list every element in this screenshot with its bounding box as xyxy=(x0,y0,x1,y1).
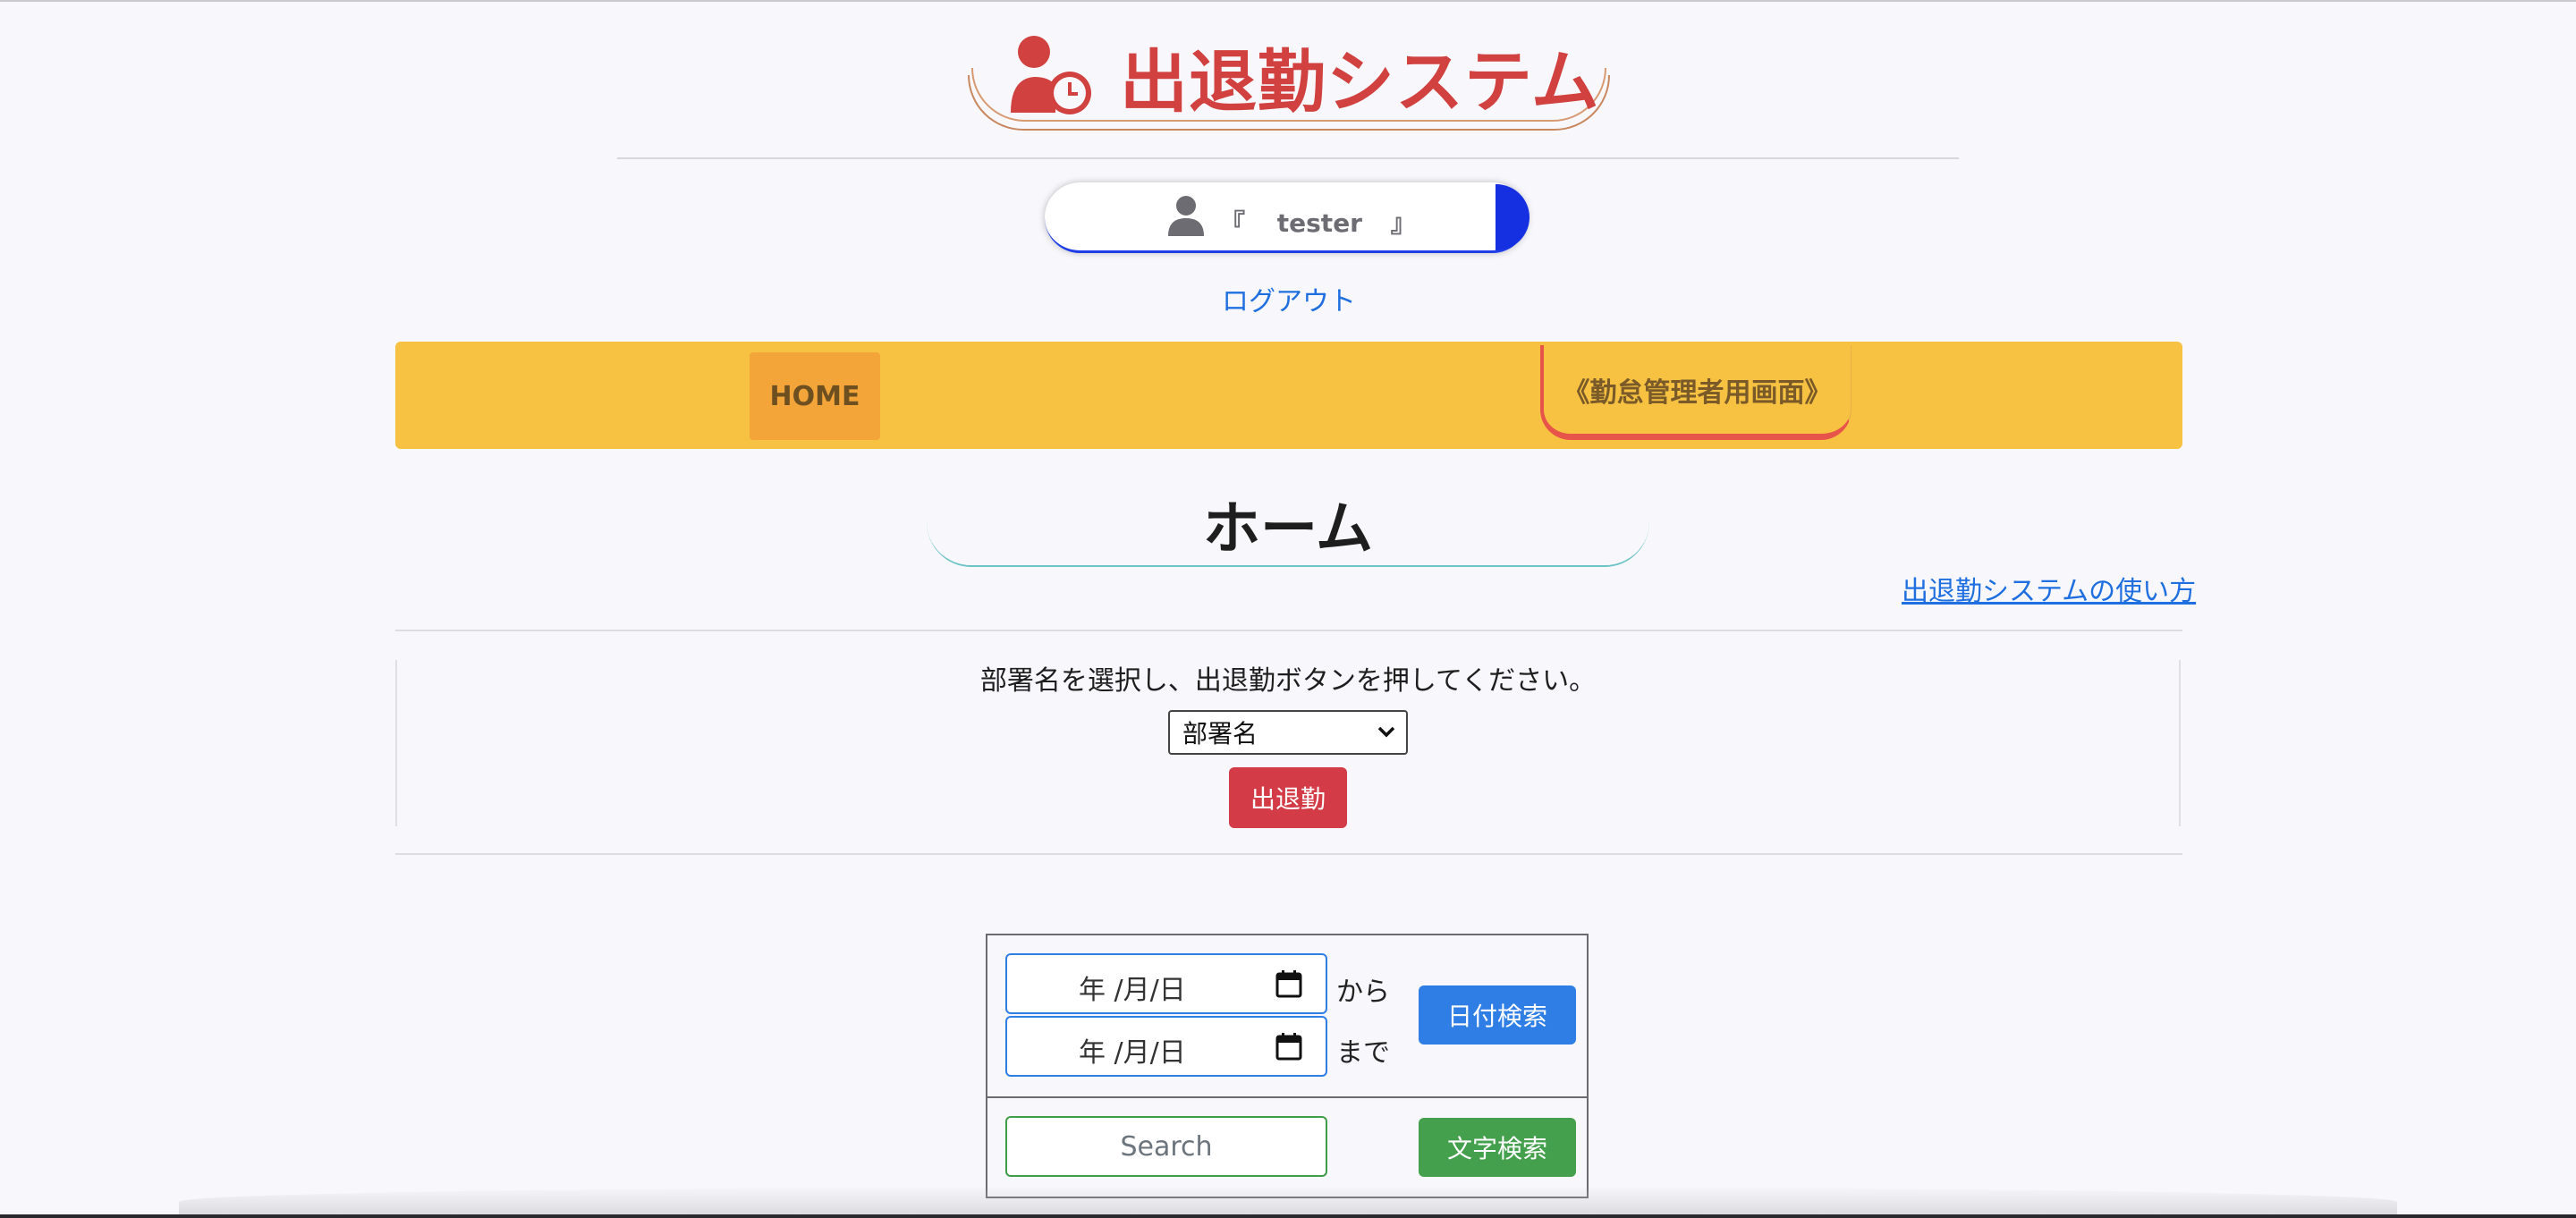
app-title: 出退勤システム xyxy=(1120,42,1600,122)
user-badge-accent xyxy=(1496,184,1530,250)
user-suffix: 』 xyxy=(1390,208,1416,238)
to-label: まで xyxy=(1336,1037,1390,1069)
divider xyxy=(395,630,2182,631)
bottom-border xyxy=(0,1214,2576,1218)
clock-in-out-button[interactable]: 出退勤 xyxy=(1229,767,1347,828)
nav-admin-button[interactable]: 《勤怠管理者用画面》 xyxy=(1540,345,1852,440)
date-to-input[interactable]: 年 /月/日 xyxy=(1005,1016,1327,1077)
calendar-icon[interactable] xyxy=(1275,1032,1302,1061)
date-to-placeholder: 年 /月/日 xyxy=(1079,1037,1186,1069)
logout-link[interactable]: ログアウト xyxy=(1222,279,1356,318)
nav-home-button[interactable]: HOME xyxy=(750,352,880,440)
nav-bar xyxy=(395,342,2182,449)
divider xyxy=(617,157,1959,159)
top-border xyxy=(0,0,2576,2)
department-select[interactable]: 部署名 xyxy=(1168,710,1408,755)
instruction-text: 部署名を選択し、出退勤ボタンを押してください。 xyxy=(979,665,1597,697)
user-prefix: 『 xyxy=(1220,208,1246,238)
app-title-banner: 出退勤システム xyxy=(968,18,1610,134)
user-clock-icon xyxy=(1011,36,1091,114)
howto-link[interactable]: 出退勤システムの使い方 xyxy=(1902,569,2196,608)
text-search-button[interactable]: 文字検索 xyxy=(1419,1118,1576,1177)
calendar-icon[interactable] xyxy=(1275,969,1302,998)
from-label: から xyxy=(1336,977,1390,1008)
search-panel-divider xyxy=(986,1096,1589,1098)
page-title: ホーム xyxy=(1202,496,1374,562)
user-name-display: 『 tester 』 xyxy=(1220,204,1416,240)
user-name: tester xyxy=(1276,208,1362,238)
bottom-shadow xyxy=(179,1186,2397,1218)
department-select-value: 部署名 xyxy=(1182,719,1258,749)
divider xyxy=(395,853,2182,855)
text-search-input[interactable]: Search xyxy=(1005,1116,1327,1177)
text-search-placeholder: Search xyxy=(1120,1130,1213,1163)
user-icon xyxy=(1168,196,1204,236)
date-from-placeholder: 年 /月/日 xyxy=(1079,975,1186,1006)
date-search-button[interactable]: 日付検索 xyxy=(1419,985,1576,1045)
chevron-down-icon xyxy=(1377,726,1395,738)
date-from-input[interactable]: 年 /月/日 xyxy=(1005,953,1327,1014)
